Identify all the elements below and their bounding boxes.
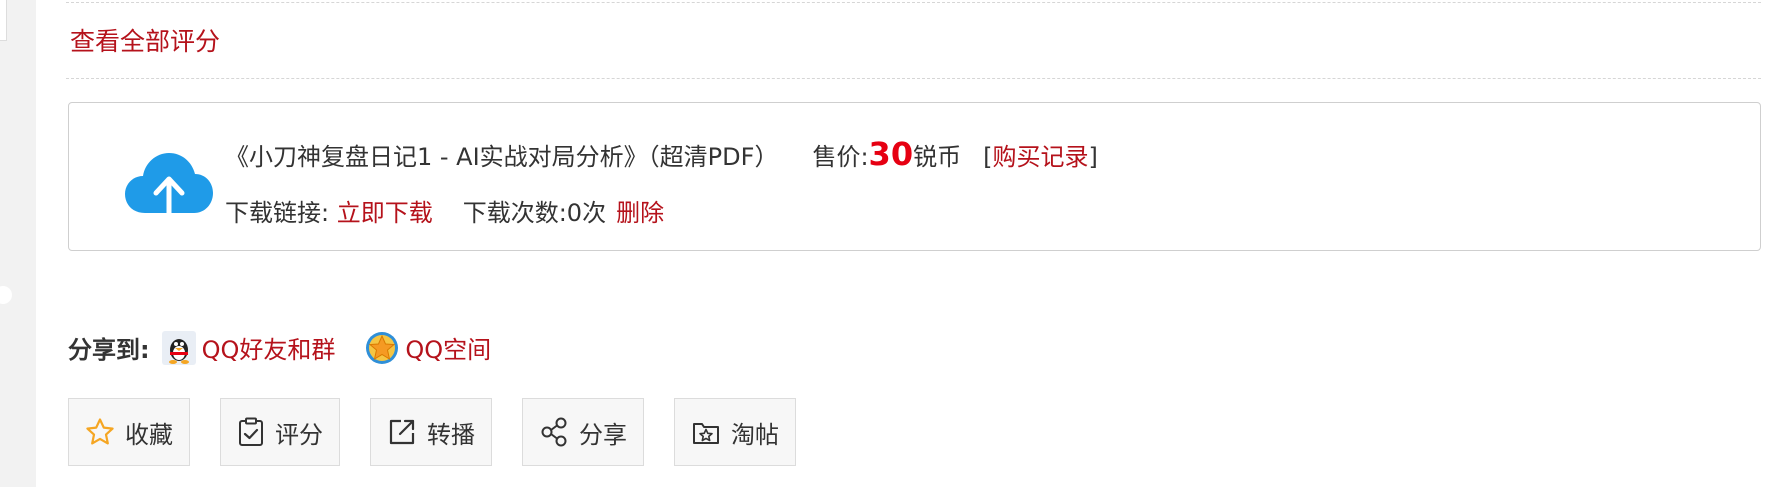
- divider-top: [66, 2, 1761, 3]
- action-buttons: 收藏 评分 转播 分享 淘帖: [68, 398, 826, 466]
- rate-button[interactable]: 评分: [220, 398, 340, 466]
- post-content: 查看全部评分 《小刀神复盘日记1 - AI实战对局分析》（超清PDF） 售价:30…: [36, 0, 1781, 487]
- favorite-label: 收藏: [125, 420, 173, 449]
- share-button-label: 分享: [579, 420, 627, 449]
- share-label: 分享到:: [68, 336, 150, 364]
- attachment-info-line: 《小刀神复盘日记1 - AI实战对局分析》（超清PDF） 售价:30锐币 [购买记录…: [225, 135, 1098, 173]
- share-icon: [541, 417, 567, 447]
- qq-penguin-icon: [161, 330, 196, 365]
- repost-button[interactable]: 转播: [370, 398, 492, 466]
- price-value: 30: [868, 135, 914, 173]
- qq-zone-star-icon: [366, 331, 399, 364]
- share-button[interactable]: 分享: [522, 398, 644, 466]
- price-label: 售价:: [812, 143, 869, 171]
- attachment-box: 《小刀神复盘日记1 - AI实战对局分析》（超清PDF） 售价:30锐币 [购买记录…: [68, 102, 1761, 251]
- purchase-bracket-close: ]: [1088, 143, 1098, 171]
- collect-thread-button[interactable]: 淘帖: [674, 398, 796, 466]
- star-icon: [86, 418, 114, 445]
- favorite-button[interactable]: 收藏: [68, 398, 190, 466]
- sidebar-tab[interactable]: [0, 0, 7, 41]
- left-sidebar-strip: [0, 0, 36, 487]
- download-count: 下载次数:0次: [462, 199, 607, 227]
- price-unit: 锐币: [913, 143, 962, 171]
- share-row: 分享到: QQ好友和群 QQ空间: [68, 330, 521, 365]
- collect-thread-label: 淘帖: [731, 420, 779, 449]
- clipboard-check-icon: [239, 417, 263, 446]
- view-all-ratings-link[interactable]: 查看全部评分: [70, 22, 220, 58]
- folder-star-icon: [693, 423, 719, 444]
- download-now-link[interactable]: 立即下载: [337, 199, 433, 227]
- rate-label: 评分: [275, 420, 323, 449]
- download-info-line: 下载链接: 立即下载 下载次数:0次 删除: [225, 193, 664, 228]
- page: 查看全部评分 《小刀神复盘日记1 - AI实战对局分析》（超清PDF） 售价:30…: [0, 0, 1781, 487]
- share-qq-zone-link[interactable]: QQ空间: [365, 330, 491, 365]
- external-link-icon: [389, 419, 415, 445]
- delete-link[interactable]: 删除: [616, 199, 664, 227]
- share-qq-friends-link[interactable]: QQ好友和群: [161, 330, 336, 365]
- cloud-upload-icon: [125, 153, 213, 220]
- attachment-title: 《小刀神复盘日记1 - AI实战对局分析》（超清PDF）: [225, 143, 779, 171]
- divider-middle: [66, 78, 1761, 79]
- purchase-record-link[interactable]: 购买记录: [992, 143, 1088, 171]
- scroll-dot: [0, 286, 12, 304]
- qq-friends-label: QQ好友和群: [201, 336, 336, 364]
- download-label: 下载链接:: [225, 199, 337, 227]
- qq-zone-label: QQ空间: [405, 336, 492, 364]
- repost-label: 转播: [427, 420, 475, 449]
